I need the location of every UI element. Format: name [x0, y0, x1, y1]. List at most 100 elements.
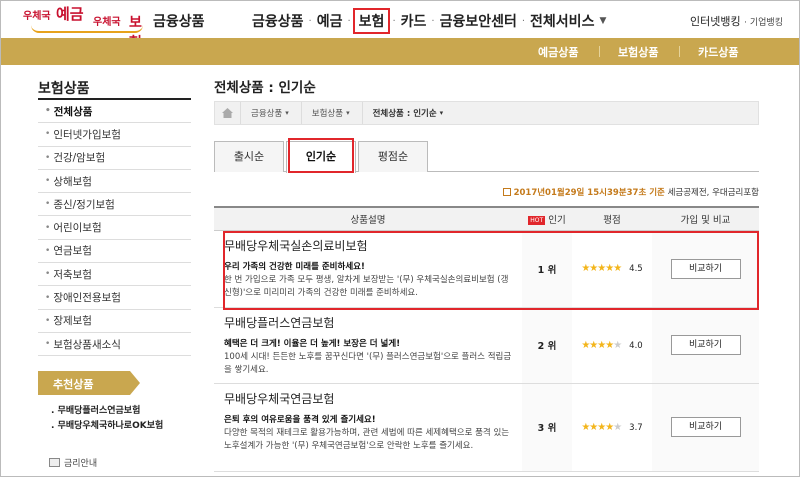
left-nav-item-funeral[interactable]: 장제보험	[38, 310, 191, 333]
recommend-title: 추천상품	[38, 371, 140, 395]
star-icon: ★	[605, 263, 614, 274]
table-row: 무배당플러스연금보험 혜택은 더 크게! 이율은 더 높게! 보장은 더 넓게!…	[214, 307, 759, 384]
product-name[interactable]: 무배당플러스연금보험	[224, 314, 514, 331]
star-rating: ★★★★★	[581, 421, 622, 433]
left-nav-item-life[interactable]: 종신/정기보험	[38, 193, 191, 217]
star-icon: ★	[613, 263, 622, 274]
compare-button[interactable]: 비교하기	[670, 417, 741, 437]
left-nav-item-disabled[interactable]: 장애인전용보험	[38, 286, 191, 310]
left-nav: 보험상품 전체상품 인터넷가입보험 건강/암보험 상해보험 종신/정기보험 어린…	[38, 76, 191, 357]
breadcrumb-item[interactable]: 전체상품 : 인기순 ▾	[363, 102, 456, 124]
subnav-deposit[interactable]: 예금상품	[538, 44, 578, 60]
rate-info-link[interactable]: 금리안내	[49, 456, 97, 469]
gnb-separator: ·	[347, 15, 351, 27]
table-row: 무배당우체국실손의료비보험 우리 가족의 건강한 미래를 준비하세요! 한 번 …	[214, 230, 759, 308]
compare-button[interactable]: 비교하기	[670, 258, 741, 279]
star-icon: ★	[613, 421, 622, 433]
product-table: 상품설명 HOT 인기 평점 가입 및 비교 무배당우체국실손의료비보험 우리 가…	[214, 206, 759, 472]
product-tagline: 은퇴 후의 여유로움을 품격 있게 즐기세요!	[224, 414, 376, 425]
star-icon: ★	[613, 339, 622, 351]
left-nav-item-news[interactable]: 보험상품새소식	[38, 333, 191, 357]
gnb-item-card[interactable]: 카드	[398, 11, 430, 31]
col-header-rank-label: 인기	[548, 214, 566, 226]
page-title: 전체상품 : 인기순	[214, 80, 316, 96]
breadcrumb-item[interactable]: 금융상품 ▾	[241, 102, 302, 124]
gnb-item-deposit[interactable]: 예금	[314, 11, 346, 31]
product-name[interactable]: 무배당우체국실손의료비보험	[224, 237, 514, 254]
sort-tabs: 출시순 인기순 평점순	[214, 141, 759, 173]
subnav-insurance[interactable]: 보험상품	[618, 44, 658, 60]
product-score-cell: ★★★★★ 3.7	[572, 383, 652, 472]
global-nav: 금융상품 · 예금 · 보험 · 카드 · 금융보안센터 · 전체서비스 ▼	[249, 8, 606, 34]
product-tagline: 혜택은 더 크게! 이율은 더 높게! 보장은 더 넓게!	[224, 338, 401, 349]
left-nav-item-pension[interactable]: 연금보험	[38, 240, 191, 264]
subnav-divider	[599, 46, 600, 57]
table-header-row: 상품설명 HOT 인기 평점 가입 및 비교	[214, 206, 759, 231]
internet-banking-link[interactable]: 인터넷뱅킹	[690, 15, 741, 28]
star-icon: ★	[605, 421, 614, 433]
product-name[interactable]: 무배당우체국연금보험	[224, 390, 514, 407]
gnb-item-insurance[interactable]: 보험	[352, 8, 391, 34]
utility-links: 인터넷뱅킹 · 기업뱅킹	[690, 13, 783, 29]
score-value: 4.0	[629, 340, 643, 351]
rate-info-label: 금리안내	[64, 459, 98, 469]
gnb-separator: ·	[431, 15, 435, 27]
tab-release[interactable]: 출시순	[214, 141, 284, 172]
tab-rating[interactable]: 평점순	[358, 141, 428, 172]
recommend-item-label: 무배당플러스연금보험	[57, 406, 141, 416]
gnb-separator: ·	[521, 15, 526, 27]
subnav-card[interactable]: 카드상품	[698, 44, 738, 60]
product-rank: 2 위	[522, 307, 572, 384]
left-nav-item-child[interactable]: 어린이보험	[38, 216, 191, 240]
gnb-item-financial[interactable]: 금융상품	[249, 11, 307, 31]
main-content: 전체상품 : 인기순 금융상품 ▾ 보험상품 ▾ 전체상품 : 인기순 ▾ 출시순 인…	[214, 76, 759, 472]
tab-popular[interactable]: 인기순	[286, 141, 356, 173]
breadcrumb-label: 금융상품	[251, 109, 283, 119]
timestamp-note: 세금공제전, 우대금리포함	[667, 188, 759, 198]
breadcrumb-label: 전체상품 : 인기순	[372, 109, 437, 119]
product-tagline: 우리 가족의 건강한 미래를 준비하세요!	[224, 261, 365, 272]
calendar-icon	[502, 188, 511, 196]
timestamp: 2017년01월29일 15시39분37초 기준 세금공제전, 우대금리포함	[502, 186, 759, 198]
left-nav-item-all[interactable]: 전체상품	[38, 100, 191, 124]
recommend-item-label: 무배당우체국하나로OK보험	[57, 421, 164, 431]
recommend-item[interactable]: . 무배당플러스연금보험	[51, 404, 163, 419]
gnb-item-all-services[interactable]: 전체서비스	[527, 11, 597, 31]
left-nav-title: 보험상품	[38, 76, 191, 100]
corporate-banking-link[interactable]: 기업뱅킹	[750, 18, 783, 28]
left-nav-list: 전체상품 인터넷가입보험 건강/암보험 상해보험 종신/정기보험 어린이보험 연…	[38, 100, 191, 357]
score-value: 4.5	[629, 264, 643, 274]
col-header-desc: 상품설명	[214, 206, 522, 231]
score-value: 3.7	[629, 422, 643, 433]
logo-text: 예금	[56, 5, 84, 23]
star-rating: ★★★★★	[581, 263, 622, 274]
action-cell: 비교하기	[652, 307, 759, 384]
left-nav-item-internet[interactable]: 인터넷가입보험	[38, 123, 191, 147]
brand-label: 금융상품	[153, 14, 205, 30]
page: 우체국 예금 우체국 보험 금융상품 금융상품 · 예금 · 보험 · 카드 ·…	[0, 0, 800, 477]
gnb-separator: ·	[392, 15, 396, 27]
gnb-item-security[interactable]: 금융보안센터	[437, 11, 520, 31]
left-nav-item-injury[interactable]: 상해보험	[38, 170, 191, 194]
product-desc-cell: 무배당우체국실손의료비보험 우리 가족의 건강한 미래를 준비하세요! 한 번 …	[214, 230, 522, 308]
compare-button[interactable]: 비교하기	[670, 335, 741, 355]
table-row: 무배당우체국연금보험 은퇴 후의 여유로움을 품격 있게 즐기세요! 다양한 목…	[214, 383, 759, 472]
action-cell: 비교하기	[652, 230, 759, 308]
hot-badge: HOT	[528, 215, 546, 225]
breadcrumb: 금융상품 ▾ 보험상품 ▾ 전체상품 : 인기순 ▾	[214, 101, 759, 125]
recommend-item[interactable]: . 무배당우체국하나로OK보험	[51, 419, 163, 434]
product-score-cell: ★★★★★ 4.5	[572, 230, 652, 308]
star-icon: ★	[605, 339, 614, 351]
subnav-divider	[679, 46, 680, 57]
left-nav-item-health[interactable]: 건강/암보험	[38, 147, 191, 170]
home-icon[interactable]	[215, 102, 241, 124]
product-rank: 1 위	[522, 230, 572, 308]
product-desc-cell: 무배당플러스연금보험 혜택은 더 크게! 이율은 더 높게! 보장은 더 넓게!…	[214, 307, 522, 384]
product-desc-cell: 무배당우체국연금보험 은퇴 후의 여유로움을 품격 있게 즐기세요! 다양한 목…	[214, 383, 522, 472]
chevron-down-icon[interactable]: ▼	[599, 16, 606, 26]
breadcrumb-item[interactable]: 보험상품 ▾	[302, 102, 363, 124]
logo[interactable]: 우체국 예금 우체국 보험	[23, 5, 151, 51]
left-nav-item-savings[interactable]: 저축보험	[38, 263, 191, 287]
col-header-rank: HOT 인기	[522, 206, 572, 231]
product-description: 한 번 가입으로 가족 모두 평생, 알차게 보장받는 '(무) 우체국실손의료…	[224, 274, 509, 298]
